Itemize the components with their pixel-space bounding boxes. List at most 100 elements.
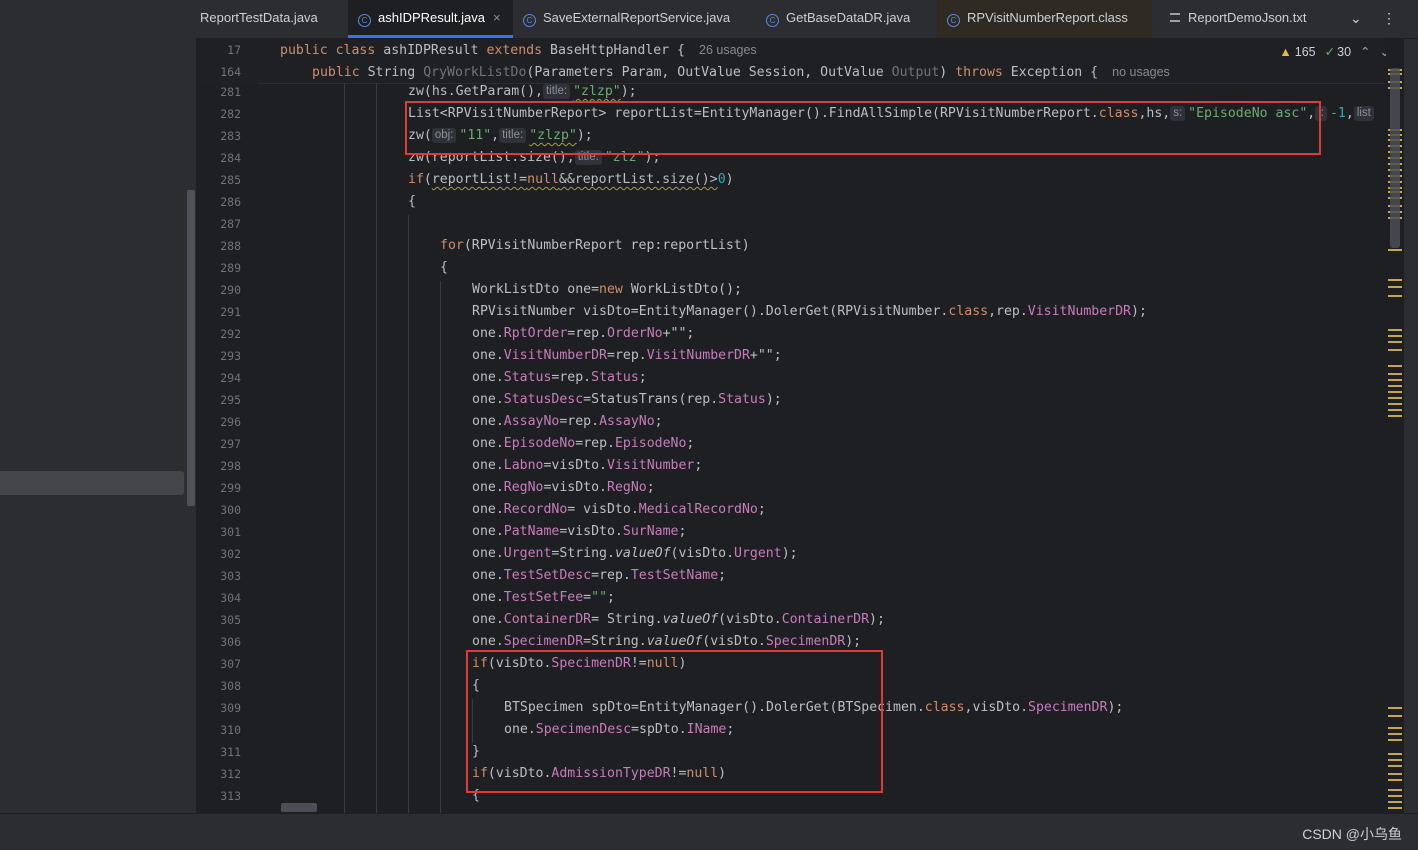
warning-stripe-mark[interactable] (1388, 733, 1402, 735)
warning-stripe-mark[interactable] (1388, 329, 1402, 331)
tab-reportdemojson[interactable]: ReportDemoJson.txt (1170, 0, 1307, 38)
warning-stripe-mark[interactable] (1388, 773, 1402, 775)
parameter-hint: title: (542, 84, 571, 99)
code-line-303: one.TestSetDesc=rep.TestSetName; (472, 568, 727, 583)
line-number: 295 (220, 393, 241, 407)
line-number: 285 (220, 173, 241, 187)
line-number: 283 (220, 129, 241, 143)
warning-stripe-mark[interactable] (1388, 391, 1402, 393)
code-line-307: if(visDto.SpecimenDR!=null) (472, 656, 687, 671)
tab-rpvisitnumberreport[interactable]: C RPVisitNumberReport.class (937, 0, 1152, 38)
warning-stripe-mark[interactable] (1388, 341, 1402, 343)
check-icon: ✓ (1324, 45, 1336, 59)
code-line-289: { (440, 260, 448, 275)
warning-stripe-mark[interactable] (1388, 759, 1402, 761)
warning-stripe-mark[interactable] (1388, 286, 1402, 288)
warning-stripe-mark[interactable] (1388, 365, 1402, 367)
code-line-288: for(RPVisitNumberReport rep:reportList) (440, 238, 750, 253)
tab-label: ashIDPResult.java (378, 10, 485, 25)
tab-label: SaveExternalReportService.java (543, 10, 731, 25)
project-scrollbar[interactable] (187, 190, 195, 506)
close-icon[interactable]: × (493, 10, 501, 25)
chevron-down-icon[interactable]: ⌄ (1350, 10, 1362, 27)
tab-reporttestdata[interactable]: ReportTestData.java (200, 0, 318, 38)
warning-stripe-mark[interactable] (1388, 397, 1402, 399)
line-number: 312 (220, 767, 241, 781)
tab-saveexternalreportservice[interactable]: C SaveExternalReportService.java (523, 0, 730, 38)
code-line-306: one.SpecimenDR=String.valueOf(visDto.Spe… (472, 634, 862, 649)
line-number: 296 (220, 415, 241, 429)
code-editor[interactable]: public class ashIDPResult extends BaseHt… (258, 39, 1386, 813)
class-icon: C (358, 14, 371, 27)
line-number: 297 (220, 437, 241, 451)
warning-stripe-mark[interactable] (1388, 249, 1402, 251)
warning-stripe-mark[interactable] (1388, 403, 1402, 405)
parameter-hint: s: (1170, 106, 1186, 121)
indent-guide (472, 699, 473, 743)
warning-stripe-mark[interactable] (1388, 715, 1402, 717)
code-line-294: one.Status=rep.Status; (472, 370, 647, 385)
indent-guide (376, 83, 377, 813)
warning-stripe-mark[interactable] (1388, 295, 1402, 297)
warning-stripe-mark[interactable] (1388, 385, 1402, 387)
warning-stripe-mark[interactable] (1388, 335, 1402, 337)
line-number: 291 (220, 305, 241, 319)
project-selected-row[interactable] (0, 471, 184, 495)
line-number: 281 (220, 85, 241, 99)
warning-stripe-mark[interactable] (1388, 373, 1402, 375)
warning-stripe-mark[interactable] (1388, 415, 1402, 417)
warning-stripe-mark[interactable] (1388, 707, 1402, 709)
line-number: 303 (220, 569, 241, 583)
tab-getbasedatadr[interactable]: C GetBaseDataDR.java (766, 0, 910, 38)
warning-stripe-mark[interactable] (1388, 753, 1402, 755)
line-number: 284 (220, 151, 241, 165)
check-count: 30 (1337, 45, 1352, 59)
indent-guide (344, 83, 345, 813)
text-file-icon (1170, 13, 1180, 22)
parameter-hint: title: (574, 150, 602, 165)
line-number: 311 (220, 745, 241, 759)
warning-stripe-mark[interactable] (1388, 765, 1402, 767)
code-line-285: if(reportList!=null&&reportList.size()>0… (408, 172, 734, 187)
more-vertical-icon[interactable]: ⋮ (1382, 10, 1396, 27)
warning-stripe-mark[interactable] (1388, 795, 1402, 797)
code-line-301: one.PatName=visDto.SurName; (472, 524, 687, 539)
line-number-gutter: 17 164 281 282 283 284 285 286 287 288 289 290 291… (196, 39, 258, 813)
tab-ashidpresult[interactable]: CashIDPResult.java × (348, 0, 513, 38)
warning-stripe-mark[interactable] (1388, 807, 1402, 809)
line-number: 298 (220, 459, 241, 473)
tab-label: ReportDemoJson.txt (1188, 10, 1307, 25)
class-declaration-line: public class ashIDPResult extends BaseHt… (280, 43, 757, 58)
code-line-304: one.TestSetFee=""; (472, 590, 615, 605)
warning-count: 165 (1294, 45, 1316, 59)
warning-stripe-mark[interactable] (1388, 801, 1402, 803)
editor-scrollbar-thumb[interactable] (1390, 68, 1400, 248)
line-number: 289 (220, 261, 241, 275)
warning-stripe-mark[interactable] (1388, 727, 1402, 729)
warning-stripe-mark[interactable] (1388, 279, 1402, 281)
warning-stripe-mark[interactable] (1388, 409, 1402, 411)
horizontal-scrollbar-thumb[interactable] (281, 803, 317, 812)
code-line-290: WorkListDto one=new WorkListDto(); (472, 282, 742, 297)
class-icon: C (766, 14, 779, 27)
usages-hint[interactable]: 26 usages (699, 43, 757, 57)
line-number: 302 (220, 547, 241, 561)
warning-stripe-mark[interactable] (1388, 779, 1402, 781)
line-number: 17 (227, 43, 241, 57)
warning-stripe-mark[interactable] (1388, 739, 1402, 741)
usages-hint[interactable]: no usages (1112, 65, 1170, 79)
line-number: 308 (220, 679, 241, 693)
right-tool-strip (1404, 39, 1418, 813)
class-icon: C (947, 14, 960, 27)
code-line-292: one.RptOrder=rep.OrderNo+""; (472, 326, 695, 341)
code-line-296: one.AssayNo=rep.AssayNo; (472, 414, 663, 429)
previous-problem-icon[interactable]: ⌃ (1360, 45, 1370, 59)
tab-label: RPVisitNumberReport.class (967, 10, 1128, 25)
code-line-312: if(visDto.AdmissionTypeDR!=null) (472, 766, 727, 781)
warning-stripe-mark[interactable] (1388, 349, 1402, 351)
inspection-widget[interactable]: ▲ 165 ✓ 30 ⌃ ⌄ (1279, 44, 1390, 59)
code-line-295: one.StatusDesc=StatusTrans(rep.Status); (472, 392, 782, 407)
warning-stripe-mark[interactable] (1388, 789, 1402, 791)
warning-stripe-mark[interactable] (1388, 379, 1402, 381)
line-number: 164 (220, 65, 241, 79)
